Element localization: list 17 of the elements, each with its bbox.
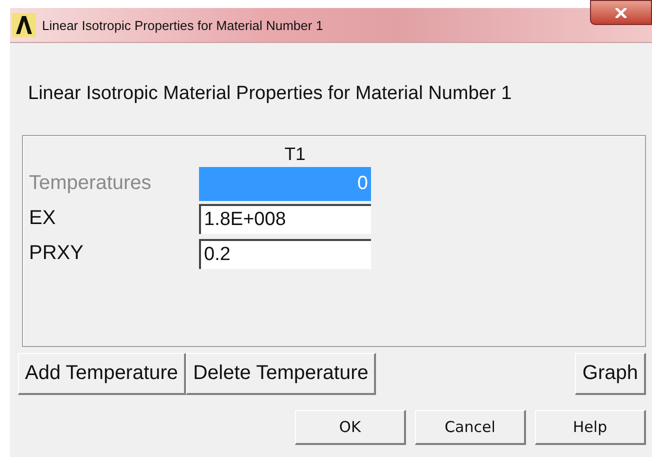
table-button[interactable]: Delete Temperature — [186, 353, 376, 395]
logo-icon — [12, 13, 36, 37]
close-icon — [614, 8, 628, 18]
value-cell[interactable]: 0.2 — [199, 238, 371, 268]
graph-button[interactable]: Graph — [575, 353, 646, 395]
row-label: Temperatures — [28, 172, 152, 195]
dialog-heading: Linear Isotropic Material Properties for Material Number 1 — [28, 83, 513, 105]
row-label: PRXY — [28, 242, 84, 265]
window-title: Linear Isotropic Properties for Material Number 1 — [42, 18, 324, 32]
row-label: EX — [28, 207, 57, 230]
value-cell[interactable]: 1.8E+008 — [199, 204, 371, 234]
dialog-button[interactable]: OK — [295, 410, 406, 445]
column-header: T1 — [283, 144, 306, 165]
dialog-button[interactable]: Cancel — [415, 410, 526, 445]
close-button[interactable] — [590, 0, 652, 25]
dialog-button[interactable]: Help — [535, 410, 646, 445]
table-button[interactable]: Add Temperature — [18, 353, 186, 395]
